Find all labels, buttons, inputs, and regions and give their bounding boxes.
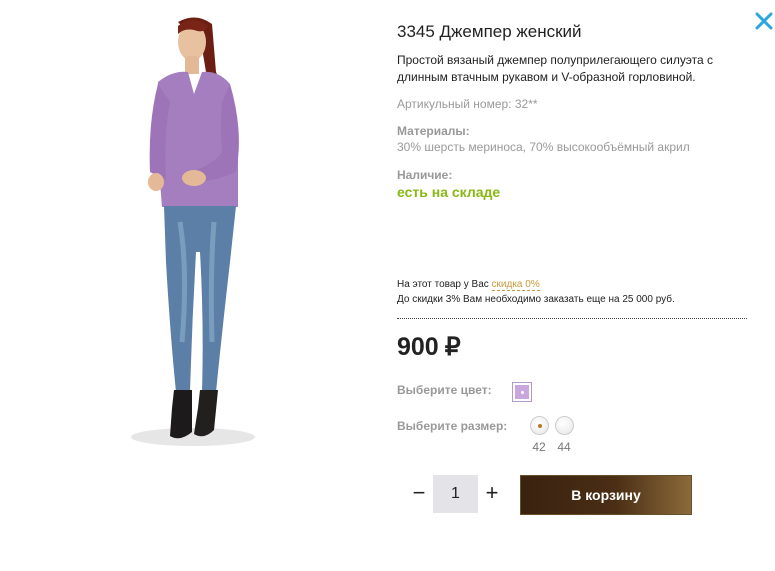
quantity-decrease-button[interactable]: − (409, 480, 429, 506)
article-number: Артикульный номер: 32** (397, 97, 538, 111)
color-label: Выберите цвет: (397, 383, 492, 397)
size-radio-44[interactable] (554, 416, 574, 435)
discount-prefix: На этот товар у Вас (397, 279, 492, 290)
size-value: 44 (557, 440, 571, 454)
materials-label: Материалы: (397, 124, 470, 138)
materials-value: 30% шерсть мериноса, 70% высокообъёмный … (397, 140, 690, 154)
close-icon (755, 12, 773, 30)
quantity-increase-button[interactable]: + (482, 480, 502, 506)
discount-info: На этот товар у Вас скидка 0% (397, 279, 540, 291)
divider (397, 318, 747, 319)
size-radio-42[interactable] (529, 416, 549, 435)
size-value: 42 (532, 440, 546, 454)
product-photo (118, 12, 278, 462)
availability-value: есть на складе (397, 184, 501, 200)
product-title: 3345 Джемпер женский (397, 22, 582, 41)
availability-label: Наличие: (397, 168, 453, 182)
size-option-42[interactable]: 42 (529, 416, 549, 454)
discount-threshold: До скидки 3% Вам необходимо заказать еще… (397, 294, 675, 305)
product-description: Простой вязаный джемпер полуприлегающего… (397, 53, 713, 84)
color-swatch-fill (515, 385, 529, 399)
price-amount: 900 (397, 333, 439, 361)
size-option-44[interactable]: 44 (554, 416, 574, 454)
ruble-icon: ₽ (444, 333, 461, 361)
color-swatch-lilac[interactable] (512, 382, 532, 402)
size-label: Выберите размер: (397, 419, 508, 433)
close-button[interactable] (753, 10, 775, 32)
add-to-cart-button[interactable]: В корзину (520, 475, 692, 515)
discount-link[interactable]: скидка 0% (491, 279, 540, 291)
price: 900 ₽ (397, 332, 461, 362)
quantity-input[interactable] (433, 475, 478, 513)
